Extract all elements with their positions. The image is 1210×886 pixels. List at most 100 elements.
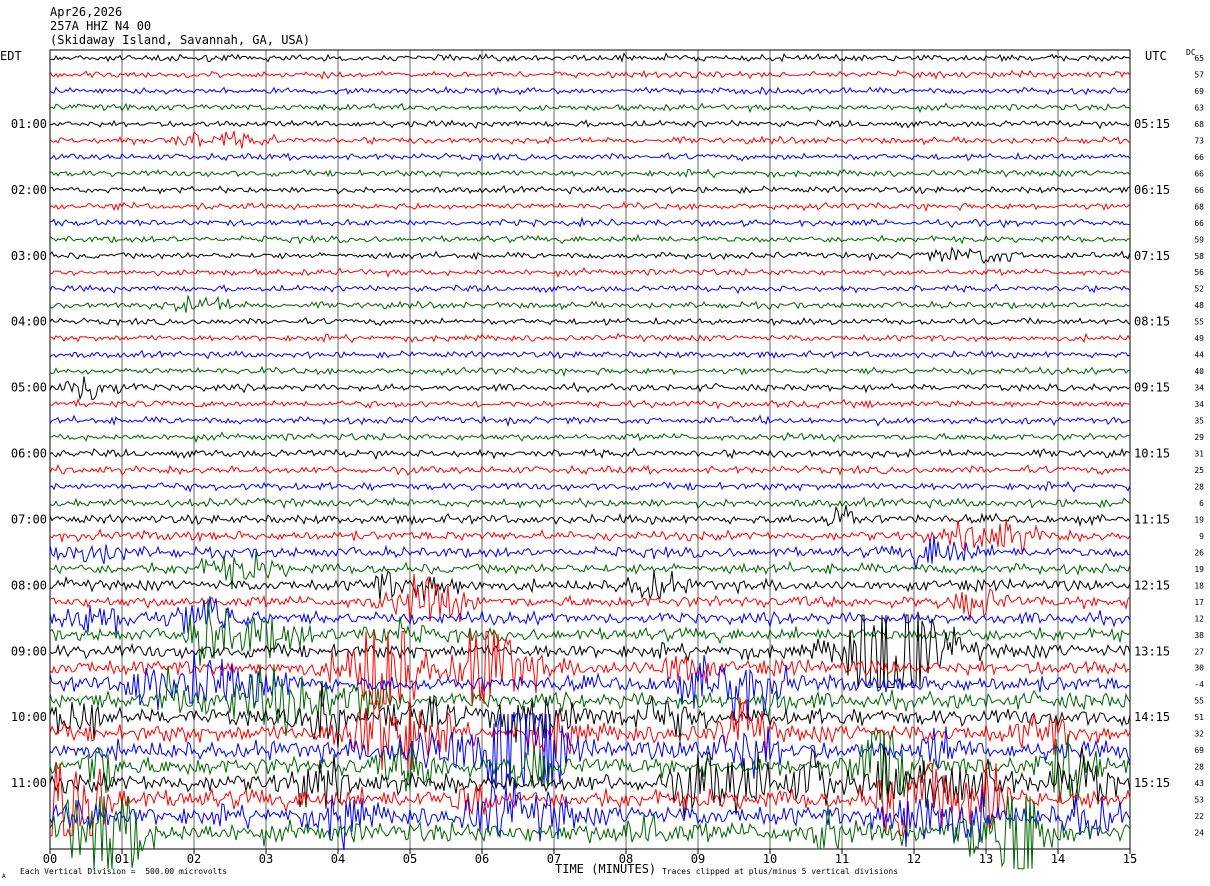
dc-offset-label: 51 bbox=[1194, 713, 1204, 722]
dc-offset-label: 17 bbox=[1194, 598, 1204, 607]
right-hour-label: 14:15 bbox=[1134, 710, 1170, 724]
dc-offset-label: 34 bbox=[1194, 384, 1204, 393]
dc-offset-label: 55 bbox=[1194, 318, 1204, 327]
dc-offset-label: 66 bbox=[1194, 219, 1204, 228]
dc-offset-label: 49 bbox=[1194, 334, 1204, 343]
trace-row bbox=[49, 746, 1131, 817]
clip-note: Traces clipped at plus/minus 5 vertical … bbox=[662, 867, 899, 876]
trace-row bbox=[49, 167, 1131, 179]
trace-row bbox=[49, 332, 1131, 344]
trace-row bbox=[49, 431, 1131, 444]
trace-row bbox=[49, 119, 1131, 130]
trace-row bbox=[49, 680, 1131, 748]
dc-offset-label: 9 bbox=[1199, 532, 1204, 541]
trace-row bbox=[49, 520, 1131, 553]
dc-offset-label: 40 bbox=[1194, 367, 1204, 376]
trace-row bbox=[49, 414, 1131, 428]
left-timezone-label: EDT bbox=[0, 49, 22, 63]
trace-row bbox=[49, 569, 1131, 601]
dc-offset-label: 68 bbox=[1194, 202, 1204, 211]
dc-offset-label: 55 bbox=[1194, 697, 1204, 706]
right-hour-label: 12:15 bbox=[1134, 578, 1170, 592]
dc-offset-label: 59 bbox=[1194, 235, 1204, 244]
dc-offset-label: 6 bbox=[1199, 499, 1204, 508]
x-tick-label: 05 bbox=[403, 852, 417, 866]
trace-row bbox=[49, 52, 1131, 63]
left-hour-label: 10:00 bbox=[11, 710, 47, 724]
x-tick-label: 02 bbox=[187, 852, 201, 866]
dc-offset-label: 26 bbox=[1194, 548, 1204, 557]
left-hour-label: 06:00 bbox=[11, 447, 47, 461]
left-hour-label: 08:00 bbox=[11, 578, 47, 592]
dc-offset-label: 22 bbox=[1194, 812, 1204, 821]
dc-offset-label: 18 bbox=[1194, 581, 1204, 590]
right-hour-label: 09:15 bbox=[1134, 381, 1170, 395]
dc-offset-label: 32 bbox=[1194, 730, 1204, 739]
left-hour-label: 11:00 bbox=[11, 776, 47, 790]
station-code: 257A HHZ N4 00 bbox=[50, 19, 152, 33]
left-hour-label: 09:00 bbox=[11, 644, 47, 658]
trace-row bbox=[49, 496, 1131, 510]
trace-row bbox=[49, 398, 1131, 410]
trace-row bbox=[49, 505, 1131, 528]
trace-row bbox=[49, 464, 1131, 476]
dc-offset-label: 48 bbox=[1194, 301, 1204, 310]
x-tick-label: 04 bbox=[331, 852, 345, 866]
left-hour-label: 02:00 bbox=[11, 183, 47, 197]
dc-offset-header: DC bbox=[1186, 48, 1196, 57]
trace-row bbox=[49, 151, 1131, 162]
dc-offset-label: 30 bbox=[1194, 664, 1204, 673]
trace-row bbox=[49, 614, 1131, 688]
station-location: (Skidaway Island, Savannah, GA, USA) bbox=[50, 33, 311, 47]
dc-offset-label: 31 bbox=[1194, 450, 1204, 459]
dc-offset-label: 57 bbox=[1194, 70, 1204, 79]
dc-offset-label: 63 bbox=[1194, 103, 1204, 112]
dc-offset-label: 52 bbox=[1194, 285, 1204, 294]
trace-row bbox=[49, 447, 1131, 461]
dc-offset-label: 66 bbox=[1194, 169, 1204, 178]
trace-row bbox=[49, 233, 1131, 245]
trace-row bbox=[49, 796, 1131, 870]
dc-offset-label: 66 bbox=[1194, 186, 1204, 195]
trace-row bbox=[49, 535, 1131, 570]
trace-row bbox=[49, 697, 1131, 770]
right-hour-label: 06:15 bbox=[1134, 183, 1170, 197]
left-hour-label: 05:00 bbox=[11, 381, 47, 395]
x-tick-label: 11 bbox=[835, 852, 849, 866]
dc-offset-label: 53 bbox=[1194, 796, 1204, 805]
right-hour-label: 05:15 bbox=[1134, 117, 1170, 131]
x-tick-label: 12 bbox=[907, 852, 921, 866]
dc-offset-label: 28 bbox=[1194, 482, 1204, 491]
trace-row bbox=[49, 349, 1131, 360]
dc-offset-label: 28 bbox=[1194, 763, 1204, 772]
left-hour-label: 01:00 bbox=[11, 117, 47, 131]
trace-row bbox=[49, 246, 1131, 265]
dc-offset-label: 35 bbox=[1194, 417, 1204, 426]
trace-row bbox=[49, 216, 1131, 229]
dc-offset-label: 69 bbox=[1194, 746, 1204, 755]
plot-date: Apr26,2026 bbox=[50, 5, 123, 19]
left-hour-label: 07:00 bbox=[11, 512, 47, 526]
trace-row bbox=[49, 376, 1131, 401]
dc-offset-label: 68 bbox=[1194, 120, 1204, 129]
dc-offset-label: 73 bbox=[1194, 136, 1204, 145]
dc-offset-label: 24 bbox=[1194, 829, 1204, 838]
x-tick-label: 01 bbox=[115, 852, 129, 866]
x-tick-label: 14 bbox=[1051, 852, 1065, 866]
right-hour-label: 10:15 bbox=[1134, 447, 1170, 461]
dc-offset-label: 34 bbox=[1194, 400, 1204, 409]
helicorder-plot: 00 01 02 03 04 05 06 07 08 09 10 11 12 13 14 1565576963… bbox=[11, 49, 1204, 870]
right-timezone-label: UTC bbox=[1145, 49, 1167, 63]
dc-offset-label: 27 bbox=[1194, 647, 1204, 656]
x-tick-label: 09 bbox=[691, 852, 705, 866]
trace-row bbox=[49, 201, 1131, 213]
trace-row bbox=[49, 480, 1131, 493]
x-tick-label: 13 bbox=[979, 852, 993, 866]
right-hour-label: 11:15 bbox=[1134, 512, 1170, 526]
scale-note: Each Vertical Division = 500.00 microvol… bbox=[20, 867, 228, 876]
dc-offset-label: 12 bbox=[1194, 614, 1204, 623]
right-hour-label: 13:15 bbox=[1134, 644, 1170, 658]
right-hour-label: 15:15 bbox=[1134, 776, 1170, 790]
trace-row bbox=[49, 184, 1131, 195]
trace-row bbox=[49, 267, 1131, 278]
